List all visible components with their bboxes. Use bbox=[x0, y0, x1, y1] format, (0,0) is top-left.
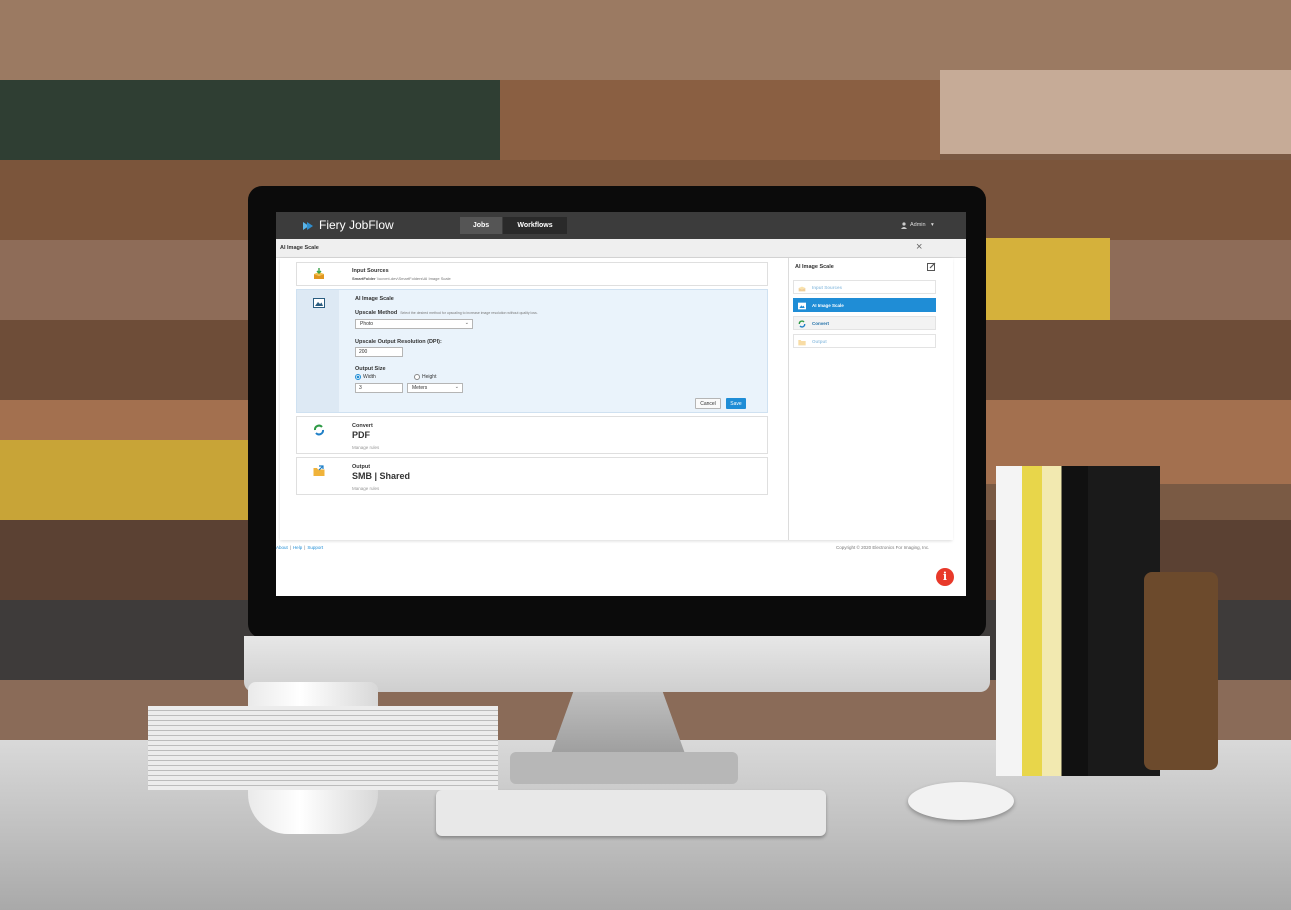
manage-rules-link[interactable]: Manage rules bbox=[352, 486, 379, 491]
panel-title: AI Image Scale bbox=[795, 264, 834, 270]
output-folder-icon bbox=[313, 465, 325, 476]
workflow-summary-panel: AI Image Scale Input Sources AI Image Sc… bbox=[788, 258, 953, 540]
help-link[interactable]: Help bbox=[293, 545, 302, 550]
upscale-method-select[interactable]: Photo ⌄ bbox=[355, 319, 473, 329]
step-icon-cell bbox=[297, 417, 339, 453]
dialog-header: AI Image Scale × bbox=[276, 239, 966, 258]
dialog-title: AI Image Scale bbox=[280, 245, 319, 251]
about-link[interactable]: About bbox=[276, 545, 288, 550]
footer-links: About | Help | Support bbox=[276, 545, 323, 550]
info-button[interactable]: i bbox=[936, 568, 954, 586]
jobflow-logo-icon bbox=[303, 222, 313, 230]
manage-rules-link[interactable]: Manage rules bbox=[352, 445, 379, 450]
footer-separator: | bbox=[289, 545, 291, 550]
sidebar-item-label: Output bbox=[812, 339, 827, 344]
step-ai-image-scale: AI Image Scale Upscale Method Select the … bbox=[296, 289, 768, 413]
input-sources-icon bbox=[798, 286, 806, 292]
sidebar-item-input-sources[interactable]: Input Sources bbox=[793, 280, 936, 294]
upscale-method-label: Upscale Method Select the desired method … bbox=[355, 310, 538, 316]
sidebar-item-output[interactable]: Output bbox=[793, 334, 936, 348]
step-title: Output bbox=[352, 464, 371, 470]
width-radio[interactable] bbox=[355, 374, 361, 380]
output-size-label: Output Size bbox=[355, 366, 386, 372]
output-resolution-label: Upscale Output Resolution (DPI): bbox=[355, 339, 442, 345]
save-button[interactable]: Save bbox=[726, 398, 746, 409]
top-navigation-bar: Fiery JobFlow Jobs Workflows Admin ▾ bbox=[276, 212, 966, 239]
step-icon-cell bbox=[297, 290, 339, 412]
image-scale-icon bbox=[313, 298, 325, 308]
output-folder-icon bbox=[798, 340, 806, 346]
chevron-down-icon: ⌄ bbox=[464, 320, 469, 326]
output-destination: SMB | Shared bbox=[352, 471, 411, 481]
mouse bbox=[908, 782, 1014, 820]
app-brand: Fiery JobFlow bbox=[319, 218, 394, 232]
select-value: Meters bbox=[412, 385, 428, 391]
edit-icon[interactable] bbox=[927, 262, 936, 271]
tab-workflows[interactable]: Workflows bbox=[503, 217, 567, 234]
step-title: Input Sources bbox=[352, 268, 389, 274]
upscale-method-hint: Select the desired method for upscaling … bbox=[400, 311, 538, 315]
output-resolution-input[interactable]: 200 bbox=[355, 347, 403, 357]
chevron-down-icon: ⌄ bbox=[454, 384, 459, 390]
step-icon-cell bbox=[297, 458, 339, 494]
step-icon-cell bbox=[297, 263, 339, 285]
sidebar-item-label: Input Sources bbox=[812, 285, 843, 290]
width-radio-label: Width bbox=[363, 374, 376, 380]
source-path: \\ucvmt-dev\SmartFolders\AI Image Scale bbox=[376, 276, 451, 281]
step-output[interactable]: Output SMB | Shared Manage rules bbox=[296, 457, 768, 495]
sidebar-item-label: Convert bbox=[812, 321, 830, 326]
monitor-foot bbox=[510, 752, 738, 784]
magazine-stack bbox=[148, 706, 498, 790]
height-radio[interactable] bbox=[414, 374, 420, 380]
sidebar-item-label: AI Image Scale bbox=[812, 303, 844, 308]
keyboard bbox=[436, 790, 826, 836]
select-value: Photo bbox=[360, 321, 374, 327]
app-screen: Fiery JobFlow Jobs Workflows Admin ▾ AI … bbox=[276, 212, 966, 596]
footer-separator: | bbox=[304, 545, 306, 550]
input-source-path: SmartFolder \\ucvmt-dev\SmartFolders\AI … bbox=[352, 276, 451, 281]
convert-icon bbox=[314, 424, 324, 436]
cancel-button[interactable]: Cancel bbox=[695, 398, 721, 409]
step-title: AI Image Scale bbox=[355, 296, 394, 302]
copyright-text: Copyright © 2020 Electronics For Imaging… bbox=[836, 545, 930, 550]
output-size-input[interactable]: 3 bbox=[355, 383, 403, 393]
log-ornament bbox=[1144, 572, 1218, 770]
sidebar-item-convert[interactable]: Convert bbox=[793, 316, 936, 330]
user-menu[interactable]: Admin bbox=[910, 222, 926, 228]
workflow-editor: Input Sources SmartFolder \\ucvmt-dev\Sm… bbox=[280, 258, 953, 540]
info-icon: i bbox=[942, 570, 948, 583]
height-radio-label: Height bbox=[422, 374, 437, 380]
support-link[interactable]: Support bbox=[307, 545, 323, 550]
unit-select[interactable]: Meters ⌄ bbox=[407, 383, 463, 393]
chevron-down-icon[interactable]: ▾ bbox=[931, 222, 934, 228]
step-title: Convert bbox=[352, 423, 373, 429]
sidebar-item-ai-image-scale[interactable]: AI Image Scale bbox=[793, 298, 936, 312]
close-icon[interactable]: × bbox=[916, 241, 922, 253]
step-input-sources[interactable]: Input Sources SmartFolder \\ucvmt-dev\Sm… bbox=[296, 262, 768, 286]
image-scale-icon bbox=[798, 302, 806, 310]
upscale-method-title: Upscale Method bbox=[355, 310, 398, 316]
source-type: SmartFolder bbox=[352, 276, 376, 281]
convert-format: PDF bbox=[352, 430, 370, 440]
convert-icon bbox=[798, 320, 806, 328]
step-convert[interactable]: Convert PDF Manage rules bbox=[296, 416, 768, 454]
user-icon bbox=[901, 222, 907, 229]
tab-jobs[interactable]: Jobs bbox=[460, 217, 502, 234]
book-stack bbox=[996, 466, 1160, 776]
input-sources-icon bbox=[314, 268, 324, 279]
